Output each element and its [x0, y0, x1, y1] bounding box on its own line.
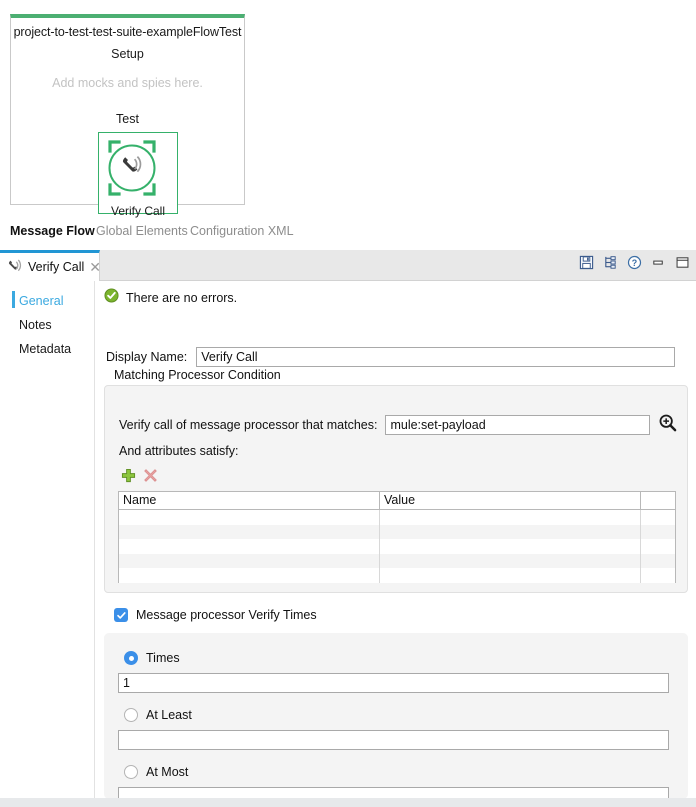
- help-icon[interactable]: ?: [627, 255, 642, 270]
- editor-tab-bar: Message Flow Global Elements Configurati…: [0, 222, 696, 246]
- table-cell-value: [380, 554, 641, 569]
- setup-dropzone-placeholder[interactable]: Add mocks and spies here.: [11, 76, 244, 90]
- radio-times[interactable]: [124, 651, 138, 665]
- attributes-table[interactable]: Name Value: [118, 491, 676, 583]
- table-cell-extra: [641, 554, 675, 569]
- matcher-row: Verify call of message processor that ma…: [119, 413, 677, 437]
- verify-call-icon: [99, 137, 177, 204]
- display-name-label: Display Name:: [106, 350, 187, 364]
- search-zoom-icon[interactable]: [658, 413, 677, 437]
- table-cell-name: [119, 568, 380, 583]
- nav-item-general[interactable]: General: [0, 289, 94, 313]
- matcher-label: Verify call of message processor that ma…: [119, 418, 377, 432]
- table-cell-name: [119, 510, 380, 525]
- matching-processor-condition-group: Matching Processor Condition Verify call…: [104, 385, 688, 593]
- matcher-input[interactable]: [385, 415, 650, 435]
- radio-at-least-label: At Least: [146, 708, 192, 722]
- display-name-row: Display Name:: [106, 347, 675, 367]
- close-icon[interactable]: ✕: [89, 260, 101, 274]
- radio-row-times[interactable]: Times: [124, 651, 180, 665]
- table-cell-value: [380, 525, 641, 540]
- table-cell-value: [380, 539, 641, 554]
- application-window: project-to-test-test-suite-exampleFlowTe…: [0, 0, 696, 807]
- column-header-extra: [641, 492, 675, 509]
- properties-tab-verify-call[interactable]: Verify Call ✕: [0, 250, 100, 281]
- status-message-text: There are no errors.: [126, 291, 237, 305]
- hierarchy-icon[interactable]: [603, 255, 618, 270]
- test-section-label: Test: [11, 112, 244, 126]
- properties-tab-bar: Verify Call ✕: [0, 250, 696, 281]
- nav-item-metadata[interactable]: Metadata: [0, 337, 94, 361]
- verify-times-checkbox-row[interactable]: Message processor Verify Times: [114, 608, 317, 622]
- at-least-input[interactable]: [118, 730, 669, 750]
- tab-message-flow[interactable]: Message Flow: [10, 224, 95, 238]
- radio-row-at-most[interactable]: At Most: [124, 765, 188, 779]
- tab-configuration-xml[interactable]: Configuration XML: [190, 224, 294, 238]
- message-processor-caption: Verify Call: [99, 204, 177, 218]
- save-icon[interactable]: [579, 255, 594, 270]
- properties-side-nav: General Notes Metadata: [0, 281, 95, 798]
- radio-at-most[interactable]: [124, 765, 138, 779]
- properties-tab-label: Verify Call: [28, 260, 84, 274]
- flow-canvas: project-to-test-test-suite-exampleFlowTe…: [10, 14, 245, 205]
- maximize-icon[interactable]: [675, 255, 690, 270]
- table-cell-name: [119, 525, 380, 540]
- radio-at-least[interactable]: [124, 708, 138, 722]
- status-message: There are no errors.: [104, 288, 237, 308]
- radio-at-most-label: At Most: [146, 765, 188, 779]
- general-settings-content: There are no errors. Display Name: Match…: [96, 281, 696, 798]
- table-row[interactable]: [119, 525, 675, 540]
- delete-icon[interactable]: [143, 468, 158, 488]
- properties-toolbar: ?: [579, 255, 690, 270]
- table-cell-name: [119, 554, 380, 569]
- minimize-icon[interactable]: [651, 255, 666, 270]
- table-cell-name: [119, 539, 380, 554]
- success-check-icon: [104, 288, 119, 308]
- times-input[interactable]: [118, 673, 669, 693]
- verify-times-panel: Times At Least At Most: [104, 633, 688, 799]
- window-bottom-bar: [0, 798, 696, 807]
- verify-times-checkbox[interactable]: [114, 608, 128, 622]
- setup-section-label: Setup: [11, 47, 244, 61]
- table-cell-extra: [641, 539, 675, 554]
- attributes-label: And attributes satisfy:: [119, 444, 239, 458]
- svg-text:?: ?: [632, 258, 637, 268]
- table-row[interactable]: [119, 554, 675, 569]
- attribute-table-actions: [121, 468, 158, 488]
- radio-row-at-least[interactable]: At Least: [124, 708, 192, 722]
- properties-panel: Verify Call ✕: [0, 250, 696, 798]
- display-name-input[interactable]: [196, 347, 675, 367]
- table-cell-extra: [641, 510, 675, 525]
- verify-call-icon: [7, 259, 23, 275]
- table-header-row: Name Value: [119, 492, 675, 510]
- table-cell-value: [380, 568, 641, 583]
- table-row[interactable]: [119, 539, 675, 554]
- matching-processor-condition-title: Matching Processor Condition: [114, 368, 281, 382]
- verify-times-checkbox-label: Message processor Verify Times: [136, 608, 317, 622]
- flow-title: project-to-test-test-suite-exampleFlowTe…: [11, 25, 244, 39]
- tab-global-elements[interactable]: Global Elements: [96, 224, 188, 238]
- column-header-value: Value: [380, 492, 641, 509]
- message-processor-verify-call[interactable]: Verify Call: [98, 132, 178, 214]
- table-row[interactable]: [119, 568, 675, 583]
- table-cell-extra: [641, 525, 675, 540]
- add-icon[interactable]: [121, 468, 136, 488]
- nav-item-notes[interactable]: Notes: [0, 313, 94, 337]
- column-header-name: Name: [119, 492, 380, 509]
- radio-times-label: Times: [146, 651, 180, 665]
- table-row[interactable]: [119, 510, 675, 525]
- table-cell-extra: [641, 568, 675, 583]
- table-cell-value: [380, 510, 641, 525]
